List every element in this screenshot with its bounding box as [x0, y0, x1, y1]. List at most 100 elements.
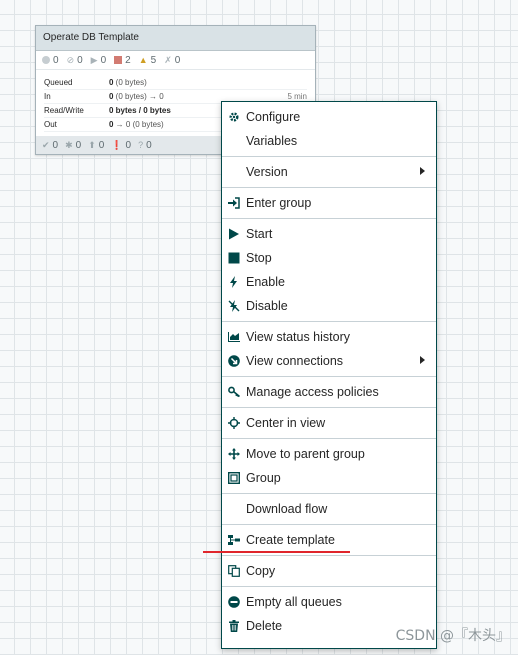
menu-item-label: Enable — [246, 275, 285, 289]
invalid-stat: ▲ 5 — [139, 55, 156, 66]
menu-divider — [222, 321, 436, 322]
menu-item-label: Move to parent group — [246, 447, 365, 461]
running-stat: ▶ 0 — [91, 55, 106, 66]
menu-item-view-connections[interactable]: View connections — [222, 349, 436, 373]
menu-item-label: Manage access policies — [246, 385, 379, 399]
menu-item-label: View status history — [246, 330, 350, 344]
question-icon: ? — [138, 140, 144, 150]
row-label: Read/Write — [44, 106, 84, 115]
row-label: Queued — [44, 78, 73, 87]
menu-item-group[interactable]: Group — [222, 466, 436, 490]
menu-item-manage-access-policies[interactable]: Manage access policies — [222, 380, 436, 404]
menu-divider — [222, 407, 436, 408]
row-label: In — [44, 92, 51, 101]
menu-item-enable[interactable]: Enable — [222, 270, 436, 294]
stopped-stat: 2 — [114, 55, 131, 66]
transmitting-icon — [42, 56, 50, 64]
menu-divider — [222, 187, 436, 188]
menu-item-stop[interactable]: Stop — [222, 246, 436, 270]
gear-icon — [228, 111, 240, 123]
menu-item-label: Center in view — [246, 416, 326, 430]
menu-item-enter-group[interactable]: Enter group — [222, 191, 436, 215]
disable-flash-icon — [228, 300, 240, 312]
stale-stat: ⬆ 0 — [88, 139, 105, 151]
menu-item-label: Stop — [246, 251, 272, 265]
menu-item-empty-all-queues[interactable]: Empty all queues — [222, 590, 436, 614]
menu-divider — [222, 438, 436, 439]
menu-divider — [222, 156, 436, 157]
connections-icon — [228, 355, 240, 367]
menu-item-start[interactable]: Start — [222, 222, 436, 246]
menu-item-label: View connections — [246, 354, 344, 368]
template-icon — [228, 534, 240, 546]
not-transmitting-stat: ⊘ 0 — [67, 55, 83, 66]
menu-item-create-template[interactable]: Create template — [222, 528, 436, 552]
highlight-underline — [203, 551, 350, 553]
stop-icon — [228, 252, 240, 264]
not-transmitting-count: 0 — [77, 54, 83, 66]
stopped-icon — [114, 56, 123, 64]
menu-divider — [222, 493, 436, 494]
menu-item-label: Empty all queues — [246, 595, 342, 609]
menu-divider — [222, 555, 436, 556]
menu-item-disable[interactable]: Disable — [222, 294, 436, 318]
asterisk-icon: ✱ — [65, 139, 73, 150]
menu-item-label: Version — [246, 165, 288, 179]
flash-icon — [228, 276, 240, 288]
menu-item-move-to-parent-group[interactable]: Move to parent group — [222, 442, 436, 466]
menu-item-copy[interactable]: Copy — [222, 559, 436, 583]
exclamation-circle-icon: ❗ — [111, 139, 123, 150]
process-group-title: Operate DB Template — [36, 26, 315, 51]
running-icon: ▶ — [90, 54, 98, 65]
running-count: 0 — [100, 54, 107, 66]
menu-item-configure[interactable]: Configure — [222, 105, 436, 129]
arrows-move-icon — [228, 448, 240, 460]
submenu-arrow-icon — [420, 356, 425, 364]
menu-item-view-status-history[interactable]: View status history — [222, 325, 436, 349]
locally-modified-stat: ✱ 0 — [65, 139, 82, 151]
row-time — [267, 76, 307, 89]
menu-divider — [222, 524, 436, 525]
transmitting-count: 0 — [53, 54, 59, 66]
menu-item-label: Enter group — [246, 196, 312, 210]
menu-item-label: Configure — [246, 110, 301, 124]
context-menu: Configure Variables Version Enter group … — [221, 101, 437, 649]
minus-circle-icon — [228, 596, 240, 608]
sign-in-icon — [228, 197, 240, 209]
menu-divider — [222, 218, 436, 219]
copy-icon — [228, 565, 240, 577]
stopped-count: 2 — [125, 54, 131, 66]
check-icon: ✔ — [42, 139, 50, 150]
area-chart-icon — [228, 331, 240, 343]
menu-item-label: Create template — [246, 533, 335, 547]
play-icon — [228, 228, 240, 240]
row-label: Out — [44, 120, 57, 129]
table-row: Queued 0 (0 bytes) — [44, 76, 307, 90]
warning-icon: ▲ — [138, 55, 148, 65]
menu-item-download-flow[interactable]: Download flow — [222, 497, 436, 521]
process-group-stats: 0 ⊘ 0 ▶ 0 2 ▲ 5 ✗ 0 — [36, 51, 315, 70]
sync-failure-stat: ? 0 — [138, 139, 152, 151]
menu-item-center-in-view[interactable]: Center in view — [222, 411, 436, 435]
menu-item-label: Group — [246, 471, 281, 485]
menu-item-version[interactable]: Version — [222, 160, 436, 184]
menu-item-label: Start — [246, 227, 273, 241]
not-transmitting-icon: ⊘ — [66, 54, 75, 65]
group-icon — [228, 472, 240, 484]
menu-item-label: Download flow — [246, 502, 328, 516]
disabled-count: 0 — [174, 54, 181, 66]
menu-item-variables[interactable]: Variables — [222, 129, 436, 153]
disabled-stat: ✗ 0 — [164, 55, 180, 66]
modified-stale-stat: ❗ 0 — [111, 139, 132, 151]
up-arrow-circle-icon: ⬆ — [88, 139, 96, 150]
menu-item-label: Delete — [246, 619, 283, 633]
menu-item-label: Copy — [246, 564, 276, 578]
trash-icon — [228, 620, 240, 632]
menu-item-label: Disable — [246, 299, 288, 313]
key-icon — [228, 386, 240, 398]
up-to-date-stat: ✔ 0 — [42, 139, 59, 151]
crosshairs-icon — [228, 417, 240, 429]
watermark: CSDN @『木头』 — [395, 628, 510, 644]
menu-divider — [222, 376, 436, 377]
transmitting-stat: 0 — [42, 55, 59, 66]
